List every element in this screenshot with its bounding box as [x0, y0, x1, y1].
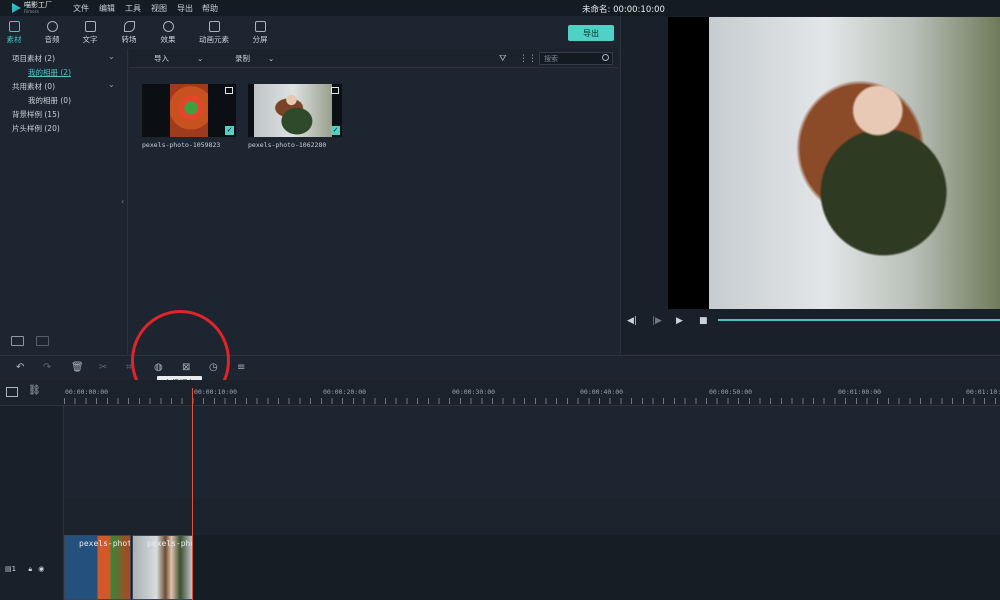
menu-export[interactable]: 导出	[177, 3, 193, 14]
tree-background-samples[interactable]: 背景样例 (15)	[12, 109, 140, 120]
track-empty[interactable]	[64, 499, 1000, 535]
play-icon[interactable]: ▶	[676, 316, 683, 326]
thumbnail-label: pexels-photo-1059823	[142, 141, 221, 149]
tab-audio[interactable]: 音频	[32, 16, 72, 49]
ruler-time: 00:00:40:00	[580, 388, 624, 396]
folder-disabled-icon	[36, 336, 49, 346]
audio-adjust-icon[interactable]: ≡	[237, 362, 245, 373]
effects-icon	[162, 20, 174, 32]
cut-icon[interactable]: ✂	[99, 362, 107, 373]
chevron-down-icon: ⌄	[197, 54, 204, 63]
ruler-time: 00:00:00:00	[65, 388, 109, 396]
thumbnail-label: pexels-photo-1062280	[248, 141, 327, 149]
menu-tools[interactable]: 工具	[125, 3, 141, 14]
tab-label: 动画元素	[199, 34, 229, 44]
video-track[interactable]	[64, 535, 1000, 600]
stop-icon[interactable]: ■	[699, 316, 708, 326]
ruler-time: 00:00:50:00	[709, 388, 753, 396]
link-icon[interactable]: ⛓	[28, 385, 41, 396]
folder-icon	[8, 20, 20, 32]
redo-icon[interactable]: ↷	[43, 362, 51, 373]
menu-edit[interactable]: 编辑	[99, 3, 115, 14]
menu-bar	[0, 0, 1000, 16]
tab-transition[interactable]: 转场	[109, 16, 149, 49]
search-icon[interactable]	[602, 54, 609, 61]
music-icon	[46, 20, 58, 32]
timeline-clip[interactable]: pexels-photo-1059823	[64, 535, 131, 600]
track-controls: ▤1 🔒︎ ◉	[5, 565, 44, 574]
menu-file[interactable]: 文件	[73, 3, 89, 14]
ruler-time: 00:00:20:00	[323, 388, 367, 396]
record-label: 录制	[235, 54, 250, 63]
media-thumbnail[interactable]: ✓	[248, 84, 342, 137]
import-label: 导入	[154, 54, 169, 63]
logo-name: 喵影工厂	[24, 1, 52, 9]
tree-my-album-shared[interactable]: 我的相册 (0)	[28, 95, 156, 106]
transition-icon	[123, 20, 135, 32]
tab-label: 音频	[44, 34, 60, 44]
split-icon	[254, 20, 266, 32]
playback-progress-bar[interactable]	[718, 319, 1000, 321]
track-empty[interactable]	[64, 406, 1000, 499]
menu-help[interactable]: 帮助	[202, 3, 218, 14]
checkmark-icon: ✓	[331, 126, 340, 135]
new-folder-icon[interactable]	[11, 336, 24, 346]
prev-frame-icon[interactable]: ◀|	[627, 316, 637, 326]
text-icon	[84, 20, 96, 32]
lock-icon[interactable]: 🔒︎	[28, 565, 32, 573]
project-title: 未命名: 00:00:10:00	[582, 5, 665, 15]
add-track-icon[interactable]	[6, 387, 18, 397]
logo-mark-icon	[12, 3, 21, 13]
tab-label: 文字	[82, 34, 98, 44]
chevron-down-icon: ⌄	[268, 54, 275, 63]
thumbnail-image	[254, 84, 332, 137]
logo-subtitle: Filmora	[24, 9, 39, 14]
next-frame-icon[interactable]: |▶	[652, 316, 662, 326]
ruler-ticks	[64, 398, 1000, 404]
image-type-icon	[225, 87, 233, 94]
clip-label: pexels-photo-1062280	[147, 539, 193, 548]
track-number: 1	[11, 565, 17, 573]
preview-image	[709, 17, 1000, 309]
tree-my-album-project[interactable]: 我的相册 (2)	[28, 67, 71, 78]
app-logo: 喵影工厂 Filmora	[12, 1, 56, 15]
ruler-time: 00:01:00:00	[838, 388, 882, 396]
tab-split-screen[interactable]: 分屏	[240, 16, 280, 49]
film-icon: ▤	[5, 565, 12, 573]
tab-label: 效果	[160, 34, 176, 44]
thumbnail-image	[170, 84, 208, 137]
tab-label: 转场	[121, 34, 137, 44]
ruler-time: 00:01:10:00	[966, 388, 1000, 396]
eye-icon[interactable]: ◉	[38, 565, 44, 573]
tab-text[interactable]: 文字	[70, 16, 110, 49]
undo-icon[interactable]: ↶	[16, 362, 24, 373]
tree-intro-samples[interactable]: 片头样例 (20)	[12, 123, 140, 134]
media-thumbnail[interactable]: ✓	[142, 84, 236, 137]
import-dropdown[interactable]: 导入 ⌄	[154, 53, 203, 64]
delete-icon[interactable]: 🗑	[71, 362, 84, 373]
image-type-icon	[331, 87, 339, 94]
playhead[interactable]	[192, 388, 193, 600]
record-dropdown[interactable]: 录制 ⌄	[235, 53, 274, 64]
timeline-clip[interactable]: pexels-photo-1062280	[132, 535, 193, 600]
filter-icon[interactable]: ⛛	[499, 54, 507, 64]
tab-elements[interactable]: 动画元素	[194, 16, 234, 49]
image-icon	[208, 20, 220, 32]
ruler-time: 00:00:10:00	[194, 388, 238, 396]
ruler-time: 00:00:30:00	[452, 388, 496, 396]
export-button[interactable]: 导出	[568, 25, 614, 41]
grid-view-icon[interactable]: ⋮⋮	[519, 54, 537, 64]
tab-label: 分屏	[252, 34, 268, 44]
tab-media[interactable]: 素材	[0, 16, 34, 49]
collapse-panel-icon[interactable]: ‹	[121, 197, 124, 206]
menu-view[interactable]: 视图	[151, 3, 167, 14]
checkmark-icon: ✓	[225, 126, 234, 135]
tab-label: 素材	[6, 34, 22, 44]
tab-effects[interactable]: 效果	[148, 16, 188, 49]
clip-label: pexels-photo-1059823	[79, 539, 130, 548]
